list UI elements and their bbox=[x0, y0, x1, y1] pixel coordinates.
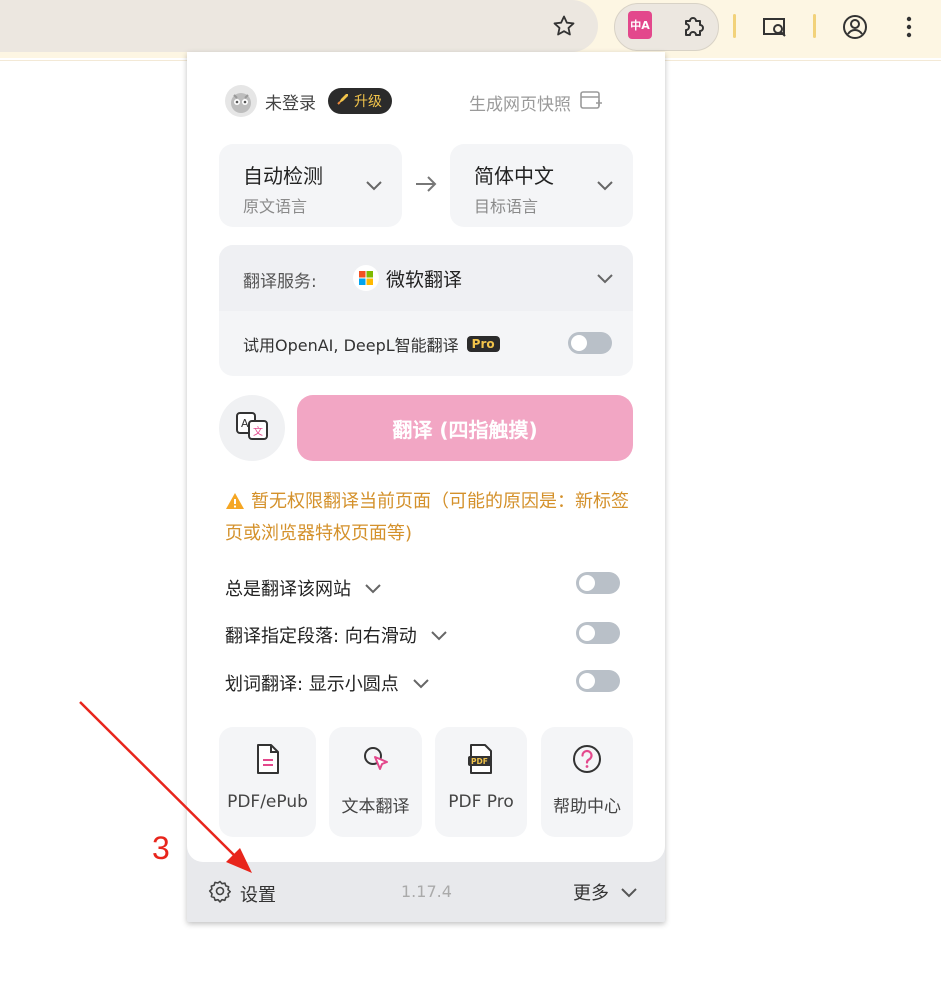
chevron-down-icon bbox=[431, 625, 447, 646]
toolbar-separator bbox=[733, 14, 736, 38]
target-language-select[interactable]: 简体中文 目标语言 bbox=[450, 144, 633, 227]
user-name[interactable]: 未登录 bbox=[265, 89, 316, 114]
chevron-down-icon bbox=[413, 673, 429, 694]
chevron-down-icon bbox=[597, 176, 613, 195]
always-translate-toggle[interactable] bbox=[576, 572, 620, 594]
ai-trial-toggle[interactable] bbox=[568, 332, 612, 354]
address-bar[interactable] bbox=[0, 0, 598, 52]
tool-label: 帮助中心 bbox=[553, 797, 621, 817]
settings-label: 设置 bbox=[240, 884, 276, 906]
permission-warning: 暂无权限翻译当前页面（可能的原因是：新标签页或浏览器特权页面等) bbox=[225, 487, 635, 548]
translate-mode-button[interactable]: A文 bbox=[219, 395, 285, 461]
ai-trial-label: 试用OpenAI, DeepL智能翻译 bbox=[243, 336, 459, 355]
service-select[interactable]: 翻译服务: 微软翻译 bbox=[219, 245, 633, 311]
snapshot-label: 生成网页快照 bbox=[469, 95, 571, 115]
user-row: 未登录 升级 bbox=[225, 84, 392, 118]
source-language-select[interactable]: 自动检测 原文语言 bbox=[219, 144, 402, 227]
warning-icon bbox=[225, 490, 245, 519]
translate-paragraph-toggle[interactable] bbox=[576, 622, 620, 644]
rocket-icon bbox=[336, 92, 350, 110]
translate-icon: A文 bbox=[235, 411, 269, 445]
tool-label: PDF/ePub bbox=[227, 792, 308, 812]
gear-icon bbox=[208, 879, 232, 908]
help-icon bbox=[541, 743, 633, 775]
step-number: 3 bbox=[152, 830, 170, 866]
target-language-caption: 目标语言 bbox=[474, 197, 539, 216]
chevron-down-icon bbox=[621, 882, 637, 903]
target-language-name: 简体中文 bbox=[474, 164, 554, 188]
more-button[interactable]: 更多 bbox=[573, 879, 637, 905]
puzzle-icon[interactable] bbox=[678, 10, 710, 42]
tool-help-center[interactable]: 帮助中心 bbox=[541, 727, 633, 837]
star-icon[interactable] bbox=[548, 10, 580, 42]
source-language-name: 自动检测 bbox=[243, 164, 323, 188]
option-label: 翻译指定段落: 向右滑动 bbox=[225, 626, 417, 647]
tool-pdf-epub[interactable]: PDF/ePub bbox=[219, 727, 316, 837]
tool-pdf-pro[interactable]: PDF PDF Pro bbox=[435, 727, 527, 837]
chevron-down-icon bbox=[366, 176, 382, 195]
service-label: 翻译服务: bbox=[243, 272, 317, 292]
svg-text:文: 文 bbox=[253, 425, 263, 438]
option-selection-translate[interactable]: 划词翻译: 显示小圆点 bbox=[225, 669, 429, 697]
service-name: 微软翻译 bbox=[386, 269, 463, 291]
option-label: 总是翻译该网站 bbox=[225, 579, 351, 600]
settings-button[interactable]: 设置 bbox=[208, 879, 276, 908]
translate-button[interactable]: 翻译 (四指触摸) bbox=[297, 395, 633, 461]
selection-translate-toggle[interactable] bbox=[576, 670, 620, 692]
chevron-down-icon bbox=[365, 578, 381, 599]
translation-service-card: 翻译服务: 微软翻译 试用OpenAI, DeepL智能翻译 Pro bbox=[219, 245, 633, 376]
upgrade-label: 升级 bbox=[354, 94, 382, 110]
snapshot-icon bbox=[579, 89, 603, 116]
profile-icon[interactable] bbox=[838, 10, 872, 44]
toolbar-separator bbox=[813, 14, 816, 38]
version-label: 1.17.4 bbox=[401, 882, 452, 901]
svg-text:A: A bbox=[241, 417, 249, 430]
option-always-translate-site[interactable]: 总是翻译该网站 bbox=[225, 574, 381, 602]
svg-text:PDF: PDF bbox=[471, 757, 488, 766]
snapshot-button[interactable]: 生成网页快照 bbox=[469, 89, 603, 116]
tool-label: PDF Pro bbox=[448, 792, 514, 812]
option-label: 划词翻译: 显示小圆点 bbox=[225, 674, 399, 695]
kebab-menu-icon[interactable] bbox=[894, 10, 924, 44]
popup-footer: 设置 1.17.4 更多 bbox=[187, 862, 665, 922]
text-translate-cursor-icon bbox=[329, 743, 422, 775]
microsoft-logo-icon bbox=[353, 265, 379, 291]
ai-trial-row: 试用OpenAI, DeepL智能翻译 Pro bbox=[243, 332, 500, 356]
tab-search-icon[interactable] bbox=[759, 11, 791, 43]
source-language-caption: 原文语言 bbox=[243, 197, 308, 216]
option-translate-paragraph[interactable]: 翻译指定段落: 向右滑动 bbox=[225, 621, 447, 649]
arrow-right-icon bbox=[414, 174, 438, 194]
translate-extension-icon[interactable]: 中A bbox=[628, 11, 652, 39]
avatar[interactable] bbox=[225, 85, 257, 117]
document-icon bbox=[219, 743, 316, 775]
pdf-icon: PDF bbox=[435, 743, 527, 775]
tool-label: 文本翻译 bbox=[341, 797, 410, 817]
upgrade-button[interactable]: 升级 bbox=[328, 88, 392, 114]
more-label: 更多 bbox=[573, 883, 609, 904]
warning-text: 暂无权限翻译当前页面（可能的原因是：新标签页或浏览器特权页面等) bbox=[225, 491, 629, 544]
pro-badge: Pro bbox=[466, 336, 500, 352]
tool-text-translate[interactable]: 文本翻译 bbox=[329, 727, 422, 837]
chevron-down-icon bbox=[597, 269, 613, 288]
browser-toolbar: 中A bbox=[0, 0, 941, 58]
